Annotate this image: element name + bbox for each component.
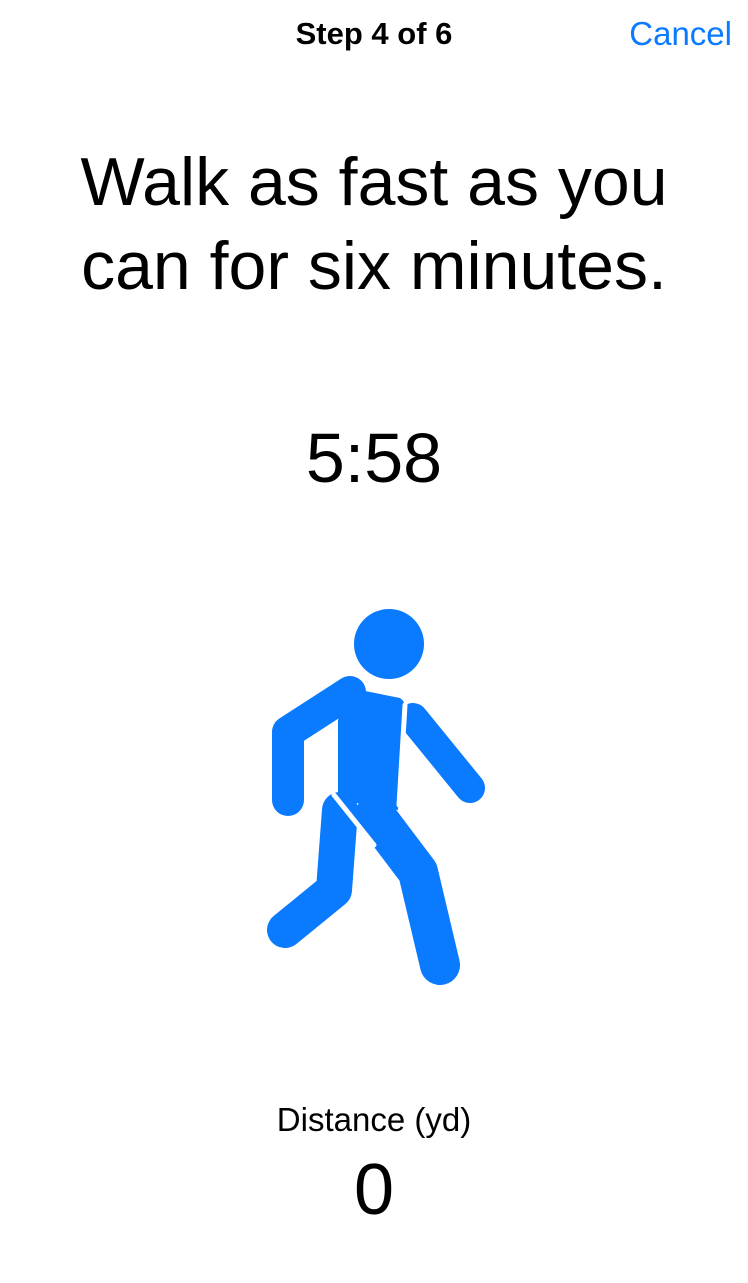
navigation-bar: Step 4 of 6 Cancel — [0, 0, 748, 70]
walking-person-icon — [267, 609, 485, 985]
instruction-line-2: can for six minutes. — [81, 228, 667, 304]
cancel-button[interactable]: Cancel — [629, 14, 732, 54]
instruction-line-1: Walk as fast as you — [80, 144, 668, 220]
instruction-text: Walk as fast as you can for six minutes. — [40, 140, 708, 308]
distance-label: Distance (yd) — [276, 1101, 472, 1138]
distance-value: 0 — [353, 1150, 395, 1230]
countdown-timer: 5:58 — [305, 419, 443, 497]
